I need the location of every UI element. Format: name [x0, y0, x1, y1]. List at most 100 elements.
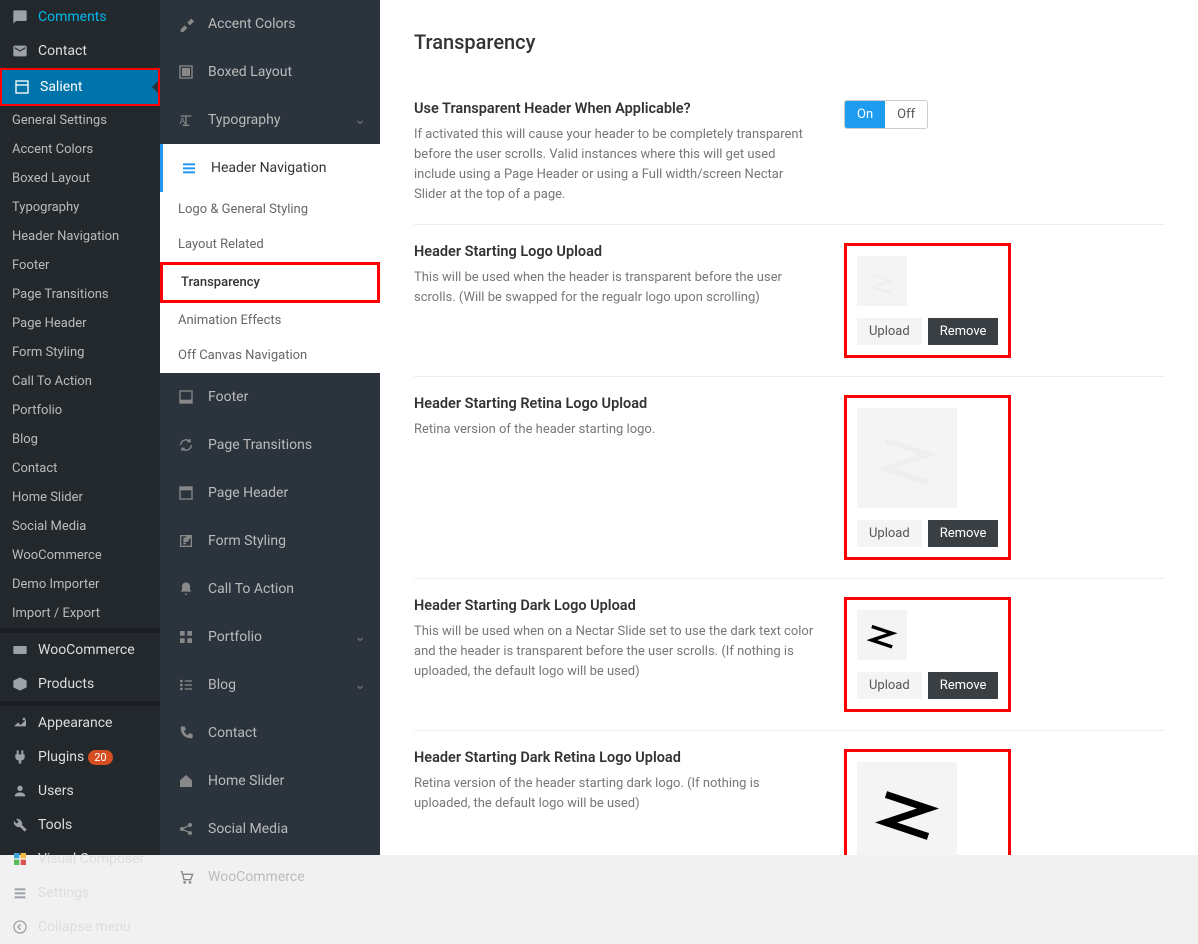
sidebar-sub-item[interactable]: Footer — [0, 251, 160, 280]
tools-icon — [10, 815, 30, 835]
sidebar-sub-item[interactable]: Header Navigation — [0, 222, 160, 251]
salient-item-grid[interactable]: Portfolio⌄ — [160, 613, 380, 661]
logo4-upload-box: Upload Remove — [844, 749, 1011, 855]
main-content: Transparency Use Transparent Header When… — [380, 0, 1198, 855]
toggle-on[interactable]: On — [845, 101, 885, 128]
plugins-icon — [10, 747, 30, 767]
salient-sub-item[interactable]: Animation Effects — [160, 303, 380, 338]
sidebar-sub-item[interactable]: Social Media — [0, 512, 160, 541]
users-icon — [10, 781, 30, 801]
chevron-down-icon: ⌄ — [354, 629, 366, 645]
sidebar-sub-item[interactable]: General Settings — [0, 106, 160, 135]
chevron-down-icon: ⌄ — [354, 112, 366, 128]
svg-text:A: A — [179, 116, 185, 127]
option-logo1: Header Starting Logo Upload This will be… — [414, 225, 1164, 377]
settings-icon — [10, 883, 30, 903]
comments-label: Comments — [38, 9, 107, 25]
salient-item-form[interactable]: Form Styling — [160, 517, 380, 565]
logo1-desc: This will be used when the header is tra… — [414, 268, 814, 308]
sidebar-item-appearance[interactable]: Appearance — [0, 706, 160, 740]
salient-item-typo[interactable]: ATypography⌄ — [160, 96, 380, 144]
salient-item-bell[interactable]: Call To Action — [160, 565, 380, 613]
transition-icon — [176, 435, 196, 455]
woo-icon — [10, 640, 30, 660]
home-icon — [176, 771, 196, 791]
list-icon — [176, 675, 196, 695]
contact-label: Contact — [38, 43, 87, 59]
sidebar-sub-item[interactable]: Typography — [0, 193, 160, 222]
salient-item-share[interactable]: Social Media — [160, 805, 380, 853]
sidebar-sub-item[interactable]: Demo Importer — [0, 570, 160, 599]
sidebar-item-woo[interactable]: WooCommerce — [0, 633, 160, 667]
sidebar-sub-item[interactable]: Portfolio — [0, 396, 160, 425]
salient-submenu: General SettingsAccent ColorsBoxed Layou… — [0, 106, 160, 628]
sidebar-item-contact[interactable]: Contact — [0, 34, 160, 68]
sidebar-sub-item[interactable]: Form Styling — [0, 338, 160, 367]
logo1-remove-button[interactable]: Remove — [928, 318, 999, 345]
header-icon — [176, 483, 196, 503]
salient-sub-item[interactable]: Logo & General Styling — [160, 192, 380, 227]
transparent-header-toggle: On Off — [844, 100, 928, 129]
logo1-preview — [857, 256, 907, 306]
vc-icon — [10, 849, 30, 869]
salient-item-home[interactable]: Home Slider — [160, 757, 380, 805]
sidebar-item-users[interactable]: Users — [0, 774, 160, 808]
sidebar-item-vc[interactable]: Visual Composer — [0, 842, 160, 876]
sidebar-item-salient[interactable]: Salient — [0, 68, 160, 106]
sidebar-item-settings[interactable]: Settings — [0, 876, 160, 910]
logo4-label: Header Starting Dark Retina Logo Upload — [414, 749, 814, 766]
sidebar-sub-item[interactable]: Page Transitions — [0, 280, 160, 309]
logo1-upload-button[interactable]: Upload — [857, 318, 922, 345]
sidebar-item-tools[interactable]: Tools — [0, 808, 160, 842]
sidebar-sub-item[interactable]: Contact — [0, 454, 160, 483]
salient-sub-item[interactable]: Transparency — [160, 262, 380, 303]
logo3-upload-box: Upload Remove — [844, 597, 1011, 712]
chevron-down-icon: ⌄ — [354, 677, 366, 693]
salient-item-transition[interactable]: Page Transitions — [160, 421, 380, 469]
logo1-label: Header Starting Logo Upload — [414, 243, 814, 260]
logo3-upload-button[interactable]: Upload — [857, 672, 922, 699]
sidebar-sub-item[interactable]: Call To Action — [0, 367, 160, 396]
mail-icon — [10, 41, 30, 61]
wp-admin-sidebar: Comments Contact Salient General Setting… — [0, 0, 160, 855]
salient-item-brush[interactable]: Accent Colors — [160, 0, 380, 48]
brush-icon — [176, 14, 196, 34]
sidebar-sub-item[interactable]: WooCommerce — [0, 541, 160, 570]
salient-sub-item[interactable]: Off Canvas Navigation — [160, 338, 380, 373]
sidebar-item-collapse[interactable]: Collapse menu — [0, 910, 160, 944]
toggle-off[interactable]: Off — [885, 101, 927, 128]
logo2-label: Header Starting Retina Logo Upload — [414, 395, 814, 412]
logo4-preview — [857, 762, 957, 855]
sidebar-sub-item[interactable]: Page Header — [0, 309, 160, 338]
transparent-header-desc: If activated this will cause your header… — [414, 125, 814, 206]
logo1-upload-box: Upload Remove — [844, 243, 1011, 358]
transparent-header-label: Use Transparent Header When Applicable? — [414, 100, 814, 117]
salient-sub-item[interactable]: Layout Related — [160, 227, 380, 262]
sidebar-item-plugins[interactable]: Plugins20 — [0, 740, 160, 774]
footer-icon — [176, 387, 196, 407]
cart-icon — [176, 867, 196, 887]
sidebar-item-products[interactable]: Products — [0, 667, 160, 701]
salient-item-list[interactable]: Blog⌄ — [160, 661, 380, 709]
logo2-remove-button[interactable]: Remove — [928, 520, 999, 547]
logo3-remove-button[interactable]: Remove — [928, 672, 999, 699]
sidebar-sub-item[interactable]: Accent Colors — [0, 135, 160, 164]
sidebar-item-comments[interactable]: Comments — [0, 0, 160, 34]
sidebar-sub-item[interactable]: Boxed Layout — [0, 164, 160, 193]
option-logo2: Header Starting Retina Logo Upload Retin… — [414, 377, 1164, 579]
logo2-upload-button[interactable]: Upload — [857, 520, 922, 547]
salient-item-header[interactable]: Page Header — [160, 469, 380, 517]
page-title: Transparency — [414, 30, 1164, 54]
sidebar-sub-item[interactable]: Home Slider — [0, 483, 160, 512]
phone-icon — [176, 723, 196, 743]
salient-item-phone[interactable]: Contact — [160, 709, 380, 757]
salient-item-menu[interactable]: Header Navigation — [160, 144, 380, 192]
menu-icon — [179, 158, 199, 178]
salient-item-footer[interactable]: Footer — [160, 373, 380, 421]
sidebar-sub-item[interactable]: Import / Export — [0, 599, 160, 628]
sidebar-sub-item[interactable]: Blog — [0, 425, 160, 454]
salient-item-layout[interactable]: Boxed Layout — [160, 48, 380, 96]
option-logo3: Header Starting Dark Logo Upload This wi… — [414, 579, 1164, 731]
typo-icon: A — [176, 110, 196, 130]
salient-item-cart[interactable]: WooCommerce — [160, 853, 380, 901]
